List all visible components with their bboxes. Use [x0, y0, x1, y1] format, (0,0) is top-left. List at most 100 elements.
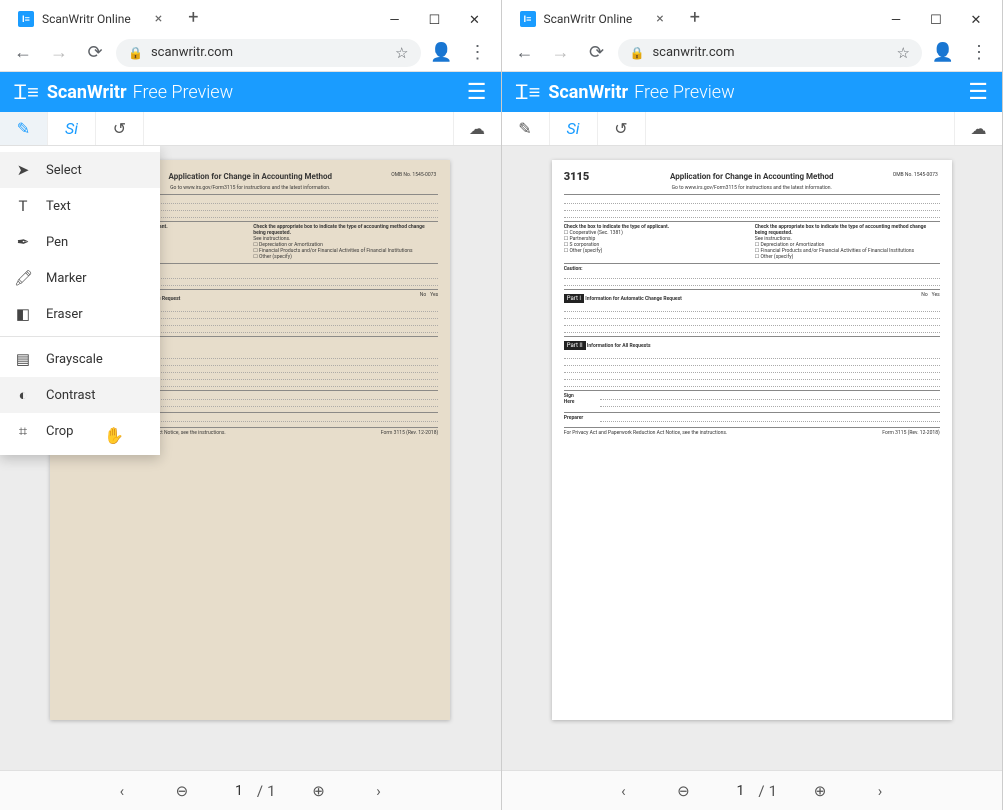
cloud-download-button[interactable]: ☁ — [453, 112, 501, 145]
close-icon[interactable]: ✕ — [455, 6, 495, 34]
hamburger-menu-icon[interactable]: ☰ — [968, 80, 988, 105]
page-next-button[interactable]: › — [362, 776, 396, 806]
url-bar: ← → ⟳ 🔒 scanwritr.com ☆ 👤 ⋮ — [0, 34, 501, 72]
nav-reload-button[interactable]: ⟳ — [80, 38, 110, 68]
zoom-out-button[interactable]: ⊖ — [666, 776, 700, 806]
menu-text[interactable]: TText — [0, 188, 160, 224]
edit-dropdown-menu: ➤Select TText ✒Pen 🖍Marker ◧Eraser ▤Gray… — [0, 146, 160, 455]
lock-icon: 🔒 — [630, 46, 645, 60]
right-pane: I≡ ScanWritr Online × + — ☐ ✕ ← → ⟳ 🔒 sc… — [502, 0, 1003, 810]
tab-title: ScanWritr Online — [544, 12, 633, 26]
page-indicator: / 1 — [726, 782, 777, 800]
crop-icon: ⌗ — [14, 422, 32, 440]
browser-menu-icon[interactable]: ⋮ — [964, 38, 994, 68]
app-logo-icon: Ꮖ≡ — [14, 80, 39, 105]
toolbar: ✎ Si ↺ ☁ — [0, 112, 501, 146]
address-bar[interactable]: 🔒 scanwritr.com ☆ — [116, 39, 421, 67]
menu-pen[interactable]: ✒Pen — [0, 224, 160, 260]
app-logo-icon: Ꮖ≡ — [516, 80, 541, 105]
window-controls: — ☐ ✕ — [375, 6, 501, 34]
maximize-icon[interactable]: ☐ — [415, 6, 455, 34]
pen-icon: ✒ — [14, 233, 32, 251]
tab-close-icon[interactable]: × — [656, 11, 663, 27]
form-title: Application for Change in Accounting Met… — [564, 172, 940, 182]
signature-tool-button[interactable]: Si — [550, 112, 598, 145]
edit-tool-button[interactable]: ✎ — [0, 112, 48, 145]
document-page-clean[interactable]: 3115 OMB No. 1545-0073 Application for C… — [552, 160, 952, 720]
app-brand: ScanWritr — [47, 82, 127, 103]
document-canvas[interactable]: ➤Select TText ✒Pen 🖍Marker ◧Eraser ▤Gray… — [0, 146, 501, 770]
app-header: Ꮖ≡ ScanWritr Free Preview ☰ — [502, 72, 1003, 112]
cursor-icon: ➤ — [14, 161, 32, 179]
undo-button[interactable]: ↺ — [598, 112, 646, 145]
browser-tab[interactable]: I≡ ScanWritr Online × — [510, 4, 674, 34]
signature-tool-button[interactable]: Si — [48, 112, 96, 145]
grayscale-icon: ▤ — [14, 350, 32, 368]
toolbar: ✎ Si ↺ ☁ — [502, 112, 1003, 146]
url-text: scanwritr.com — [151, 45, 233, 60]
close-icon[interactable]: ✕ — [956, 6, 996, 34]
page-prev-button[interactable]: ‹ — [105, 776, 139, 806]
document-canvas[interactable]: 3115 OMB No. 1545-0073 Application for C… — [502, 146, 1003, 770]
omb-number: OMB No. 1545-0073 — [391, 172, 436, 178]
nav-back-button[interactable]: ← — [510, 38, 540, 68]
menu-grayscale[interactable]: ▤Grayscale — [0, 341, 160, 377]
window-controls: — ☐ ✕ — [876, 6, 1002, 34]
paginator-bar: ‹ ⊖ / 1 ⊕ › — [0, 770, 501, 810]
hamburger-menu-icon[interactable]: ☰ — [467, 80, 487, 105]
address-bar[interactable]: 🔒 scanwritr.com ☆ — [618, 39, 923, 67]
new-tab-button[interactable]: + — [182, 7, 204, 28]
tab-title: ScanWritr Online — [42, 12, 131, 26]
page-prev-button[interactable]: ‹ — [606, 776, 640, 806]
undo-button[interactable]: ↺ — [96, 112, 144, 145]
app-subtitle: Free Preview — [634, 82, 735, 103]
menu-marker[interactable]: 🖍Marker — [0, 260, 160, 296]
maximize-icon[interactable]: ☐ — [916, 6, 956, 34]
nav-back-button[interactable]: ← — [8, 38, 38, 68]
app-subtitle: Free Preview — [133, 82, 234, 103]
marker-icon: 🖍 — [14, 269, 32, 287]
menu-select[interactable]: ➤Select — [0, 152, 160, 188]
eraser-icon: ◧ — [14, 305, 32, 323]
page-current-input[interactable] — [726, 783, 754, 799]
browser-tab[interactable]: I≡ ScanWritr Online × — [8, 4, 172, 34]
tab-close-icon[interactable]: × — [155, 11, 162, 27]
page-next-button[interactable]: › — [863, 776, 897, 806]
text-icon: T — [14, 197, 32, 215]
favicon-icon: I≡ — [18, 11, 34, 27]
titlebar: I≡ ScanWritr Online × + — ☐ ✕ — [502, 0, 1003, 34]
profile-avatar-icon[interactable]: 👤 — [928, 38, 958, 68]
cloud-download-button[interactable]: ☁ — [954, 112, 1002, 145]
bookmark-star-icon[interactable]: ☆ — [897, 44, 910, 62]
form-instructions: Go to www.irs.gov/Form3115 for instructi… — [564, 185, 940, 191]
nav-forward-button[interactable]: → — [546, 38, 576, 68]
url-text: scanwritr.com — [652, 45, 734, 60]
profile-avatar-icon[interactable]: 👤 — [427, 38, 457, 68]
paginator-bar: ‹ ⊖ / 1 ⊕ › — [502, 770, 1003, 810]
minimize-icon[interactable]: — — [375, 6, 415, 34]
omb-number: OMB No. 1545-0073 — [893, 172, 938, 178]
menu-eraser[interactable]: ◧Eraser — [0, 296, 160, 332]
zoom-out-button[interactable]: ⊖ — [165, 776, 199, 806]
menu-contrast[interactable]: ◐Contrast — [0, 377, 160, 413]
form-number: 3115 — [564, 170, 590, 183]
mouse-cursor-icon: ✋ — [104, 426, 124, 445]
zoom-in-button[interactable]: ⊕ — [302, 776, 336, 806]
lock-icon: 🔒 — [128, 46, 143, 60]
app-header: Ꮖ≡ ScanWritr Free Preview ☰ — [0, 72, 501, 112]
nav-reload-button[interactable]: ⟳ — [582, 38, 612, 68]
left-pane: I≡ ScanWritr Online × + — ☐ ✕ ← → ⟳ 🔒 sc… — [0, 0, 502, 810]
titlebar: I≡ ScanWritr Online × + — ☐ ✕ — [0, 0, 501, 34]
browser-menu-icon[interactable]: ⋮ — [463, 38, 493, 68]
url-bar: ← → ⟳ 🔒 scanwritr.com ☆ 👤 ⋮ — [502, 34, 1003, 72]
bookmark-star-icon[interactable]: ☆ — [395, 44, 408, 62]
minimize-icon[interactable]: — — [876, 6, 916, 34]
zoom-in-button[interactable]: ⊕ — [803, 776, 837, 806]
page-indicator: / 1 — [225, 782, 276, 800]
menu-crop[interactable]: ⌗Crop — [0, 413, 160, 449]
page-current-input[interactable] — [225, 783, 253, 799]
nav-forward-button[interactable]: → — [44, 38, 74, 68]
app-brand: ScanWritr — [548, 82, 628, 103]
new-tab-button[interactable]: + — [684, 7, 706, 28]
edit-tool-button[interactable]: ✎ — [502, 112, 550, 145]
